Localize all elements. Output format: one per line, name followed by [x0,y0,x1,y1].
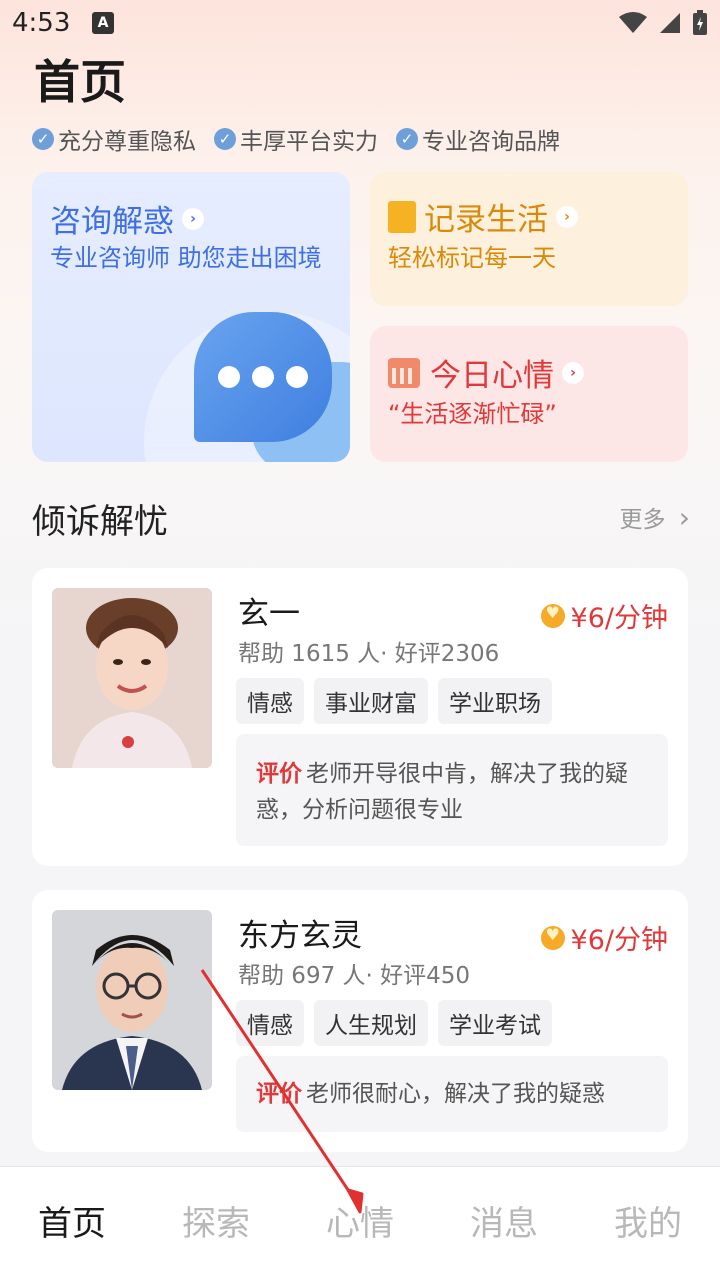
status-time: 4:53 [12,8,71,38]
tag: 人生规划 [314,1000,428,1046]
consult-title-label: 咨询解惑 [50,204,174,240]
chat-bubble-icon [194,312,332,442]
chevron-right-icon: › [678,501,690,534]
review-label: 评价 [256,1081,302,1107]
consult-title: 咨询解惑 › [50,196,204,241]
consultant-card[interactable]: 玄一 ¥6/分钟 帮助 1615 人· 好评2306 情感 事业财富 学业职场 … [32,568,688,866]
trust-badge: ✓ 丰厚平台实力 [214,122,378,156]
tag-list: 情感 人生规划 学业考试 [236,1000,552,1046]
battery-icon [693,10,707,35]
tag: 学业考试 [438,1000,552,1046]
verified-check-icon: ✓ [214,128,236,150]
nav-item-home[interactable]: 首页 [0,1196,144,1245]
section-title: 倾诉解忧 [32,502,168,542]
trust-badge: ✓ 充分尊重隐私 [32,122,196,156]
trust-badge-label: 丰厚平台实力 [240,129,378,155]
signal-icon [660,13,680,33]
more-link-label: 更多 [619,507,666,533]
mood-title-label: 今日心情 [430,358,554,394]
record-subtitle: 轻松标记每一天 [388,244,556,272]
status-icons [618,10,708,36]
consultant-price: ¥6/分钟 [540,596,668,635]
nav-item-mood[interactable]: 心情 [288,1196,432,1245]
mood-subtitle: “生活逐渐忙碌” [388,400,557,428]
review-box: 评价 老师开导很中肯，解决了我的疑惑，分析问题很专业 [236,734,668,846]
tag: 学业职场 [438,678,552,724]
trust-badge-label: 专业咨询品牌 [422,129,560,155]
trust-badge: ✓ 专业咨询品牌 [396,122,560,156]
consult-card[interactable]: 咨询解惑 › 专业咨询师 助您走出困境 [32,172,350,462]
calendar-icon [388,357,420,388]
keyboard-indicator-icon: A [92,12,114,34]
record-title: 记录生活 › [388,194,578,239]
heart-badge-icon [540,603,565,628]
review-text: 老师很耐心，解决了我的疑惑 [306,1081,605,1107]
chevron-right-icon: › [556,205,578,228]
verified-check-icon: ✓ [32,128,54,150]
tag: 事业财富 [314,678,428,724]
mood-card[interactable]: 今日心情 › “生活逐渐忙碌” [370,326,688,462]
nav-item-profile[interactable]: 我的 [576,1196,720,1245]
nav-item-explore[interactable]: 探索 [144,1196,288,1245]
review-text: 老师开导很中肯，解决了我的疑惑，分析问题很专业 [256,761,628,823]
trust-badge-label: 充分尊重隐私 [58,129,196,155]
consultant-name: 玄一 [238,596,300,632]
price-label: ¥6/分钟 [570,925,668,956]
chevron-right-icon: › [562,361,584,384]
record-card[interactable]: 记录生活 › 轻松标记每一天 [370,172,688,306]
verified-check-icon: ✓ [396,128,418,150]
more-link[interactable]: 更多 › [619,500,690,534]
bottom-nav: 首页 探索 心情 消息 我的 [0,1166,720,1280]
chevron-right-icon: › [182,207,204,230]
consultant-stats: 帮助 1615 人· 好评2306 [238,641,500,667]
tag: 情感 [236,678,304,724]
review-label: 评价 [256,761,302,787]
wifi-icon [619,12,647,33]
record-title-label: 记录生活 [424,202,548,238]
consultant-price: ¥6/分钟 [540,918,668,957]
consultant-card[interactable]: 东方玄灵 ¥6/分钟 帮助 697 人· 好评450 情感 人生规划 学业考试 … [32,890,688,1152]
notebook-icon [388,200,416,233]
avatar [52,588,212,768]
trust-badges: ✓ 充分尊重隐私 ✓ 丰厚平台实力 ✓ 专业咨询品牌 [32,122,560,156]
consult-subtitle: 专业咨询师 助您走出困境 [50,244,322,272]
page-title: 首页 [34,55,126,109]
consultant-name: 东方玄灵 [238,918,362,954]
heart-badge-icon [540,925,565,950]
price-label: ¥6/分钟 [570,603,668,634]
tag-list: 情感 事业财富 学业职场 [236,678,552,724]
avatar [52,910,212,1090]
nav-item-messages[interactable]: 消息 [432,1196,576,1245]
review-box: 评价 老师很耐心，解决了我的疑惑 [236,1056,668,1132]
mood-title: 今日心情 › [388,350,584,395]
tag: 情感 [236,1000,304,1046]
consultant-stats: 帮助 697 人· 好评450 [238,963,471,989]
